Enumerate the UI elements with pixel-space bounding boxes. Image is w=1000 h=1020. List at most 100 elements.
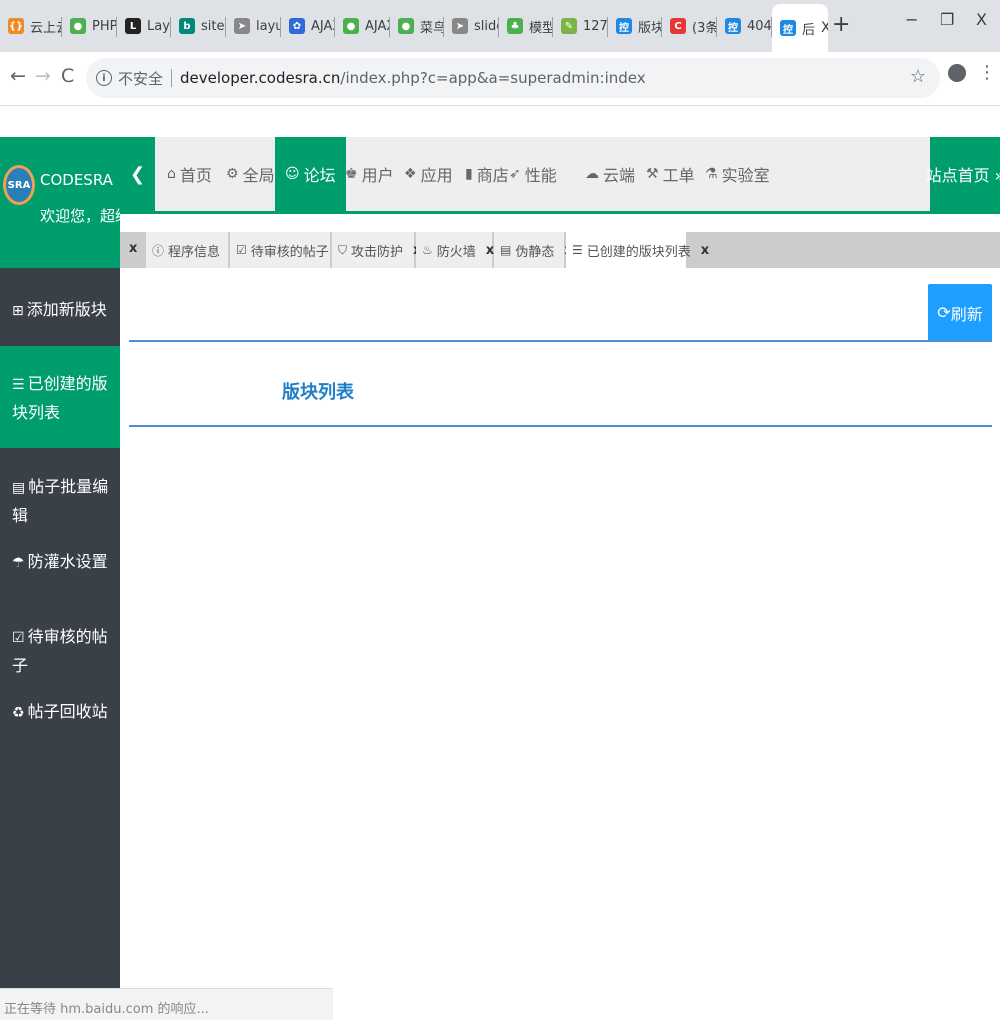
page-tab[interactable]: ⛉攻击防护x	[332, 232, 421, 268]
sidebar-item-5[interactable]: ☑ 待审核的帖子	[0, 623, 120, 679]
browser-tab-strip: {} 云上云 ● PHP L Layuibsitedo ➤ layui ✿ AJAX ● AJAX ● 菜…	[0, 0, 1000, 52]
refresh-label: 刷新	[950, 304, 983, 324]
cogs-icon: ⚙	[226, 166, 239, 182]
sidebar-item-4[interactable]: ☂ 防灌水设置	[0, 548, 120, 577]
browser-tab[interactable]: ● 菜鸟教	[390, 7, 444, 45]
settings-icon: 控	[780, 20, 796, 36]
browser-tab[interactable]: ● PHP	[62, 7, 117, 45]
browser-tab-label: Layui	[147, 18, 171, 34]
sidebar-item-2[interactable]: ☰ 已创建的版块列表	[0, 346, 120, 448]
browser-tab[interactable]: C (3条消	[662, 7, 717, 45]
profile-avatar-icon[interactable]	[948, 64, 966, 82]
sidebar-item-label: 帖子回收站	[27, 702, 108, 721]
tab-close-icon[interactable]: X	[821, 20, 828, 36]
back-icon[interactable]: ←	[10, 65, 26, 87]
browser-tab-label: 云上云	[30, 20, 62, 36]
nav-item-10[interactable]: ⚗ 实验室	[695, 137, 780, 211]
nav-item-label: 应用	[420, 166, 453, 185]
toolbar-divider	[129, 340, 992, 342]
page-tab-label: 伪静态	[515, 244, 555, 260]
browser-tab[interactable]: 控后X	[772, 4, 828, 52]
new-tab-button[interactable]: +	[832, 12, 850, 37]
settings-icon: 控	[616, 18, 632, 34]
tab-close-icon[interactable]: x	[486, 243, 494, 258]
page-tab[interactable]: ☑待审核的帖子x	[230, 232, 347, 268]
top-navigation: ❮ ⌂ 首页 ⚙ 全局 ☺ 论坛 ♚ 用户 ❖ 应用 ▮ 商店 ➶ 性能 ☁ 云端 ⚒ 工单 ⚗ 实验室 站点首页 »	[120, 137, 1000, 214]
wrench-icon: ⚒	[646, 166, 659, 182]
refresh-button[interactable]: ⟳ 刷新	[928, 284, 992, 341]
browser-tab-label: 404 N	[747, 18, 772, 34]
umbrella-icon: ☂	[12, 555, 25, 571]
recycle-icon: ♻	[12, 705, 25, 721]
tab-close-icon[interactable]: x	[701, 243, 709, 258]
browser-tab[interactable]: ✎ 127.0	[553, 7, 608, 45]
layui-icon: L	[125, 18, 141, 34]
page-tab[interactable]: ▤伪静态x	[494, 232, 573, 268]
reload-icon[interactable]: C	[61, 65, 74, 87]
browser-tab[interactable]: ➤ layui	[226, 7, 281, 45]
settings-icon: 控	[725, 18, 741, 34]
sidebar-item-label: 防灌水设置	[27, 552, 108, 571]
address-bar[interactable]: i 不安全 developer.codesra.cn/index.php?c=a…	[86, 58, 940, 98]
nav-item-label: 用户	[361, 166, 394, 185]
browser-tab-label: AJAX	[311, 18, 335, 34]
browser-menu-icon[interactable]: ⋮	[978, 62, 996, 83]
sidebar-item-3[interactable]: ▤ 帖子批量编辑	[0, 473, 120, 529]
browser-tab[interactable]: 控 404 N	[717, 7, 772, 45]
table-header-divider	[129, 425, 992, 427]
list-icon: ☰	[12, 377, 25, 393]
info-icon: ⓘ	[152, 243, 165, 258]
list-alt-icon: ▤	[12, 480, 26, 496]
browser-tab[interactable]: 控版块列	[608, 7, 662, 45]
browser-tab-label: 127.0	[583, 18, 608, 34]
browser-tab[interactable]: ● AJAX	[335, 7, 390, 45]
window-close-icon[interactable]: X	[976, 10, 987, 29]
rocket-icon: ➶	[509, 166, 521, 182]
nav-item-7[interactable]: ➶ 性能	[499, 137, 567, 211]
browser-tab-label: slider	[474, 18, 499, 34]
browser-tab[interactable]: {} 云上云	[0, 7, 62, 45]
browser-tab-label: 菜鸟教	[420, 20, 444, 36]
page-tab-label: 已创建的版块列表	[586, 244, 691, 260]
browser-tab[interactable]: ➤ slider	[444, 7, 499, 45]
home-icon: ⌂	[167, 166, 176, 182]
page-tab-label: 待审核的帖子	[250, 244, 329, 260]
browser-tab-label: layui	[256, 18, 281, 34]
page-tab[interactable]: ⓘ程序信息x	[146, 232, 238, 268]
site-home-link[interactable]: 站点首页 »	[926, 137, 1000, 211]
sidebar-item-label: 添加新版块	[26, 300, 107, 319]
sidebar-item-label: 待审核的帖子	[12, 627, 108, 675]
sidebar-item-6[interactable]: ♻ 帖子回收站	[0, 698, 120, 727]
nav-item-label: 实验室	[721, 166, 770, 185]
page-tab[interactable]: ♨ 防火墙 x	[416, 232, 494, 268]
browser-tab-label: PHP	[92, 18, 117, 34]
restore-icon[interactable]: ❐	[940, 10, 954, 29]
browser-tab[interactable]: L Layui	[117, 7, 171, 45]
bookmark-star-icon[interactable]: ☆	[910, 66, 926, 87]
browser-tab-label: AJAX	[365, 18, 390, 34]
nav-item-5[interactable]: ❖ 应用	[394, 137, 463, 211]
minimize-icon[interactable]: −	[905, 10, 918, 29]
browser-tab[interactable]: bsitedo	[171, 7, 226, 45]
nav-item-8[interactable]: ☁ 云端	[575, 137, 645, 211]
shopping-bag-icon: ▮	[465, 166, 473, 182]
tab-close-icon[interactable]: x	[129, 241, 137, 256]
nav-item-1[interactable]: ⌂ 首页	[157, 137, 222, 211]
forward-icon[interactable]: →	[35, 65, 51, 87]
browser-tab[interactable]: ♣ 模型	[499, 7, 553, 45]
nav-item-label: 全局	[242, 166, 275, 185]
page-tab-label: 防火墙	[436, 244, 476, 260]
sidebar-item-1[interactable]: ⊞ 添加新版块	[0, 296, 120, 325]
nav-item-label: 工单	[662, 166, 695, 185]
browser-tab[interactable]: ✿ AJAX	[281, 7, 335, 45]
eye-icon: ●	[343, 18, 359, 34]
shield-icon: ⛉	[338, 242, 348, 257]
info-icon[interactable]: i	[96, 70, 112, 86]
csdn-icon: C	[670, 18, 686, 34]
page-tab[interactable]: ☰ 已创建的版块列表 x	[566, 232, 709, 268]
browser-tab-label: sitedo	[201, 18, 226, 34]
send-icon: ➤	[234, 18, 250, 34]
cubes-icon: ❖	[404, 166, 417, 182]
insecure-label: 不安全	[118, 69, 164, 88]
sidebar-collapse-icon[interactable]: ❮	[120, 137, 155, 211]
